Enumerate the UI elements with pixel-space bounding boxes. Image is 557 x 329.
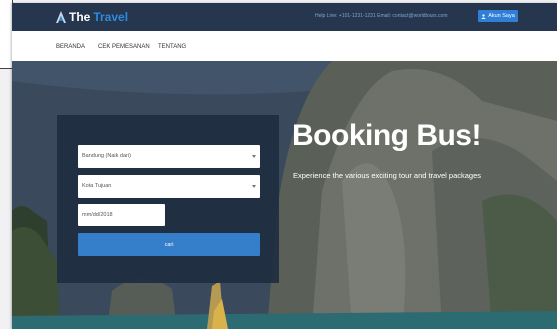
- nav-item-beranda[interactable]: BERANDA: [56, 44, 85, 50]
- chevron-down-icon: [252, 185, 256, 188]
- booking-form: Bandung (Naik dari) Kota Tujuan mm/dd/20…: [57, 115, 279, 283]
- chevron-down-icon: [252, 155, 256, 158]
- contact-info: Help Line: +101-1231-1231 Email: contact…: [315, 13, 448, 19]
- logo-icon: [56, 11, 66, 23]
- my-account-label: Akun Saya: [488, 13, 515, 19]
- brand-name-accent: Travel: [93, 10, 129, 24]
- brand-name-primary: The: [69, 10, 91, 24]
- hero-banner: Bandung (Naik dari) Kota Tujuan mm/dd/20…: [12, 61, 557, 329]
- origin-select[interactable]: Bandung (Naik dari): [78, 145, 260, 168]
- date-input-value: mm/dd/2018: [82, 212, 113, 218]
- destination-select[interactable]: Kota Tujuan: [78, 175, 260, 198]
- my-account-button[interactable]: Akun Saya: [478, 10, 518, 22]
- brand-logo[interactable]: The Travel: [56, 10, 128, 24]
- top-bar: The Travel Help Line: +101-1231-1231 Ema…: [12, 3, 557, 31]
- nav-item-cek-pemesanan[interactable]: CEK PEMESANAN: [98, 44, 150, 50]
- search-button[interactable]: cari: [78, 233, 260, 256]
- browser-page: The Travel Help Line: +101-1231-1231 Ema…: [12, 3, 557, 329]
- nav-item-tentang[interactable]: TENTANG: [158, 44, 186, 50]
- origin-select-value: Bandung (Naik dari): [82, 153, 131, 159]
- date-input[interactable]: mm/dd/2018: [78, 204, 165, 226]
- hero-title: Booking Bus!: [292, 119, 482, 152]
- main-nav: BERANDA CEK PEMESANAN TENTANG: [12, 31, 557, 61]
- hero-subtitle: Experience the various exciting tour and…: [293, 171, 482, 180]
- user-icon: [481, 13, 486, 19]
- destination-select-value: Kota Tujuan: [82, 183, 112, 189]
